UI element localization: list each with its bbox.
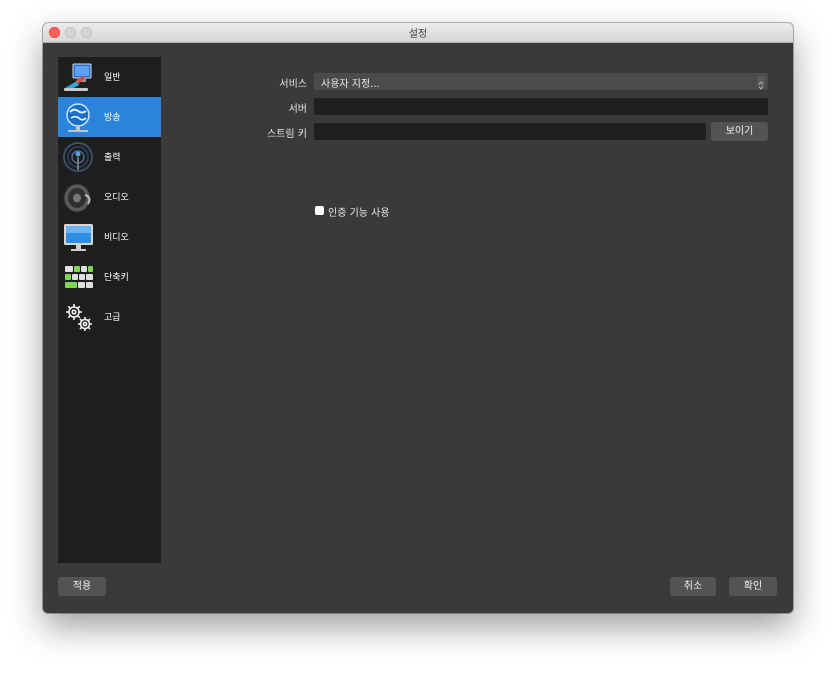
auth-checkbox[interactable] <box>315 206 324 215</box>
window-title: 설정 <box>408 29 428 40</box>
settings-window: 설정 일반 방송 출력 오디오 비디오 단축키 고급 서비스 사용자 지정...… <box>43 23 793 613</box>
service-label: 서비스 <box>279 79 307 90</box>
sidebar-item-label: 비디오 <box>104 233 129 243</box>
sidebar-item-label: 오디오 <box>104 193 129 203</box>
sidebar-item-audio[interactable]: 오디오 <box>58 177 161 217</box>
sidebar-item-label: 방송 <box>104 113 121 123</box>
apply-button[interactable]: 적용 <box>58 577 106 596</box>
cancel-button[interactable]: 취소 <box>670 577 716 596</box>
output-icon <box>63 142 93 172</box>
sidebar-item-label: 고급 <box>104 313 121 323</box>
title-bar: 설정 <box>43 23 793 43</box>
sidebar-item-hotkeys[interactable]: 단축키 <box>58 257 161 297</box>
audio-speaker-icon <box>63 183 91 213</box>
stream-globe-icon <box>66 103 90 132</box>
settings-sidebar: 일반 방송 출력 오디오 비디오 단축키 고급 <box>58 57 161 563</box>
show-key-button[interactable]: 보이기 <box>711 122 768 141</box>
sidebar-item-label: 일반 <box>104 73 121 83</box>
ok-button[interactable]: 확인 <box>729 577 777 596</box>
sidebar-item-video[interactable]: 비디오 <box>58 217 161 257</box>
select-arrows-icon <box>757 76 765 90</box>
sidebar-item-label: 단축키 <box>104 273 129 283</box>
sidebar-item-general[interactable]: 일반 <box>58 57 161 97</box>
server-label: 서버 <box>288 104 307 115</box>
sidebar-item-advanced[interactable]: 고급 <box>58 297 161 337</box>
sidebar-item-label: 출력 <box>104 153 121 163</box>
server-input[interactable] <box>314 98 768 115</box>
sidebar-item-stream[interactable]: 방송 <box>58 97 161 137</box>
sidebar-item-output[interactable]: 출력 <box>58 137 161 177</box>
service-select[interactable]: 사용자 지정... <box>314 73 768 90</box>
gears-icon <box>66 304 92 331</box>
service-select-value: 사용자 지정... <box>321 79 380 90</box>
stream-key-label: 스트림 키 <box>267 129 307 140</box>
keyboard-icon <box>65 266 93 288</box>
general-icon <box>64 63 92 91</box>
auth-checkbox-label: 인증 기능 사용 <box>328 208 390 219</box>
video-monitor-icon <box>64 224 93 251</box>
stream-key-input[interactable] <box>314 123 706 140</box>
